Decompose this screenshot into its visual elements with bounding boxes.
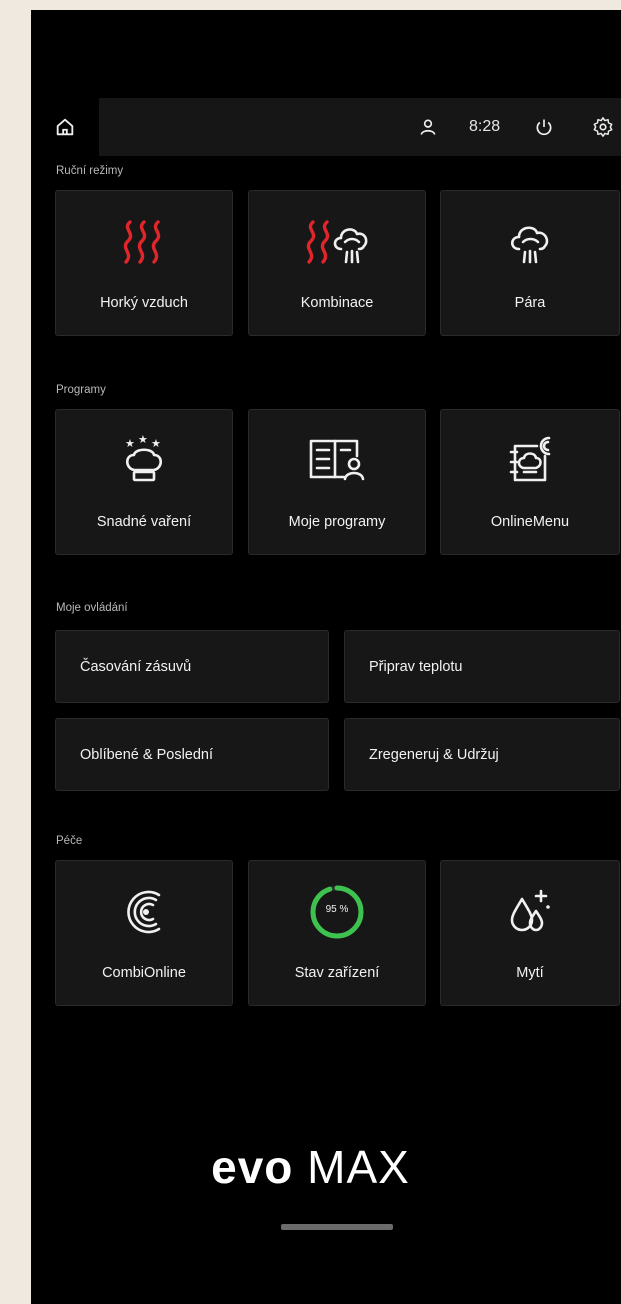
- tile-label: Horký vzduch: [100, 295, 188, 311]
- tile-regenerate-hold[interactable]: Zregeneruj & Udržuj: [344, 718, 620, 791]
- tile-label: Mytí: [516, 965, 544, 981]
- tile-combination[interactable]: Kombinace: [248, 190, 426, 336]
- home-button[interactable]: [31, 98, 99, 156]
- tile-hot-air[interactable]: Horký vzduch: [55, 190, 233, 336]
- power-button[interactable]: [534, 98, 554, 156]
- tile-label: CombiOnline: [102, 965, 186, 981]
- chef-hat-icon: ★ ★ ★: [125, 434, 163, 482]
- tile-washing[interactable]: Mytí: [440, 860, 620, 1006]
- brand-evo: evo: [211, 1141, 294, 1193]
- section-title-manual: Ruční režimy: [56, 165, 124, 177]
- tile-label: OnlineMenu: [490, 514, 570, 530]
- settings-button[interactable]: [592, 98, 614, 156]
- gear-icon: [593, 117, 613, 137]
- section-title-programs: Programy: [56, 384, 106, 396]
- tile-label: Pára: [514, 295, 546, 311]
- tile-label: Oblíbené & Poslední: [80, 747, 214, 763]
- section-title-controls: Moje ovládání: [56, 602, 128, 614]
- tile-device-status[interactable]: 95 % Stav zařízení: [248, 860, 426, 1006]
- recipe-book-icon: [309, 439, 365, 481]
- tile-my-programs[interactable]: Moje programy: [248, 409, 426, 555]
- tile-combionline[interactable]: CombiOnline: [55, 860, 233, 1006]
- brand-logo: evo MAX: [0, 1140, 621, 1194]
- tile-label: Časování zásuvů: [80, 659, 192, 675]
- brand-max: MAX: [293, 1141, 410, 1193]
- home-indicator[interactable]: [281, 1224, 393, 1230]
- tile-steam[interactable]: Pára: [440, 190, 620, 336]
- svg-text:★: ★: [125, 437, 135, 450]
- tile-online-menu[interactable]: OnlineMenu: [440, 409, 620, 555]
- tile-drawer-timing[interactable]: Časování zásuvů: [55, 630, 329, 703]
- tile-preheat[interactable]: Připrav teplotu: [344, 630, 620, 703]
- clock-time: 8:28: [469, 118, 501, 135]
- home-icon: [56, 118, 74, 136]
- tile-label: Snadné vaření: [96, 514, 192, 530]
- tile-label: Kombinace: [300, 295, 374, 311]
- tile-label: Připrav teplotu: [369, 659, 463, 675]
- steam-cloud-icon: [510, 226, 549, 264]
- tile-favorites-recent[interactable]: Oblíbené & Poslední: [55, 718, 329, 791]
- power-icon: [536, 119, 552, 136]
- tile-label: Stav zařízení: [294, 965, 380, 981]
- heat-steam-icon: [306, 220, 368, 264]
- svg-text:★: ★: [151, 437, 161, 450]
- svg-text:★: ★: [138, 434, 148, 446]
- heat-waves-icon: [123, 220, 161, 264]
- user-button[interactable]: [418, 98, 438, 156]
- tile-easy-cooking[interactable]: ★ ★ ★ Snadné vaření: [55, 409, 233, 555]
- online-menu-icon: [509, 436, 551, 482]
- washing-drops-icon: [510, 889, 550, 932]
- status-percent: 95 %: [325, 904, 349, 915]
- status-progress-ring: 95 %: [308, 883, 366, 941]
- user-icon: [420, 119, 436, 135]
- tile-label: Moje programy: [288, 514, 386, 530]
- section-title-care: Péče: [56, 835, 83, 847]
- tile-label: Zregeneruj & Udržuj: [369, 747, 499, 763]
- combionline-icon: [127, 890, 161, 934]
